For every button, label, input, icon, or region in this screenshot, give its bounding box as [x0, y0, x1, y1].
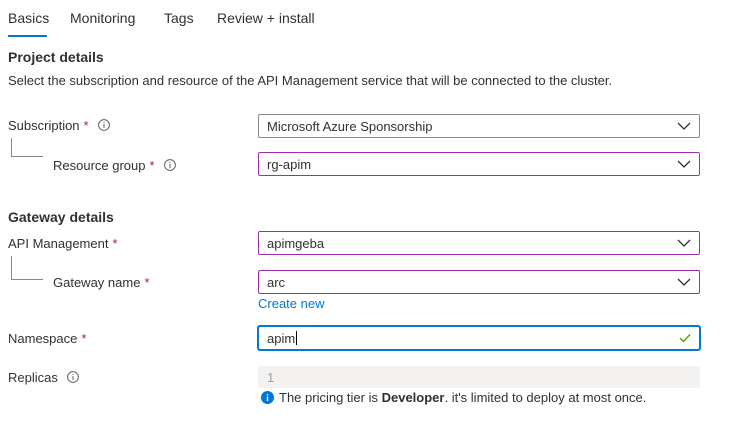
create-new-link[interactable]: Create new [258, 296, 324, 311]
tab-tags[interactable]: Tags [164, 10, 194, 26]
gateway-name-select[interactable]: arc [258, 270, 700, 294]
note-prefix: The pricing tier is [279, 390, 382, 405]
required-marker: * [81, 330, 87, 346]
api-management-value: apimgeba [267, 236, 325, 251]
checkmark-icon [679, 334, 691, 343]
resource-group-label: Resource group * [53, 155, 176, 175]
tree-connector [11, 138, 43, 157]
replicas-input: 1 [258, 366, 700, 388]
tab-basics[interactable]: Basics [8, 10, 49, 26]
tab-review-install[interactable]: Review + install [217, 10, 315, 26]
api-management-label: API Management * [8, 233, 118, 253]
resource-group-label-text: Resource group [53, 157, 146, 173]
info-icon[interactable] [163, 159, 176, 171]
chevron-down-icon [677, 160, 691, 168]
project-details-heading: Project details [8, 49, 104, 65]
chevron-down-icon [677, 122, 691, 130]
replicas-value: 1 [267, 370, 275, 385]
namespace-label-text: Namespace [8, 330, 78, 346]
resource-group-value: rg-apim [267, 157, 312, 172]
note-suffix: . it's limited to deploy at most once. [444, 390, 647, 405]
project-details-description: Select the subscription and resource of … [8, 73, 613, 88]
subscription-label: Subscription * [8, 115, 110, 135]
active-tab-indicator [8, 35, 47, 37]
gateway-name-label-text: Gateway name [53, 274, 141, 290]
required-marker: * [149, 157, 155, 173]
gateway-name-value: arc [267, 275, 286, 290]
replicas-label: Replicas [8, 367, 79, 387]
pricing-tier-note: The pricing tier is Developer. it's limi… [261, 390, 646, 405]
required-marker: * [144, 274, 150, 290]
info-icon[interactable] [97, 119, 110, 131]
api-management-select[interactable]: apimgeba [258, 231, 700, 255]
note-tier: Developer [381, 390, 445, 405]
info-filled-icon [261, 391, 274, 404]
namespace-value: apim [267, 331, 298, 346]
namespace-input[interactable]: apim [258, 326, 700, 350]
replicas-label-text: Replicas [8, 369, 58, 385]
gateway-name-label: Gateway name * [53, 272, 150, 292]
tab-bar: Basics Monitoring Tags Review + install [0, 0, 740, 40]
text-caret [296, 331, 298, 345]
gateway-details-heading: Gateway details [8, 209, 114, 225]
tree-connector [11, 256, 43, 280]
subscription-label-text: Subscription [8, 117, 80, 133]
chevron-down-icon [677, 239, 691, 247]
subscription-select[interactable]: Microsoft Azure Sponsorship [258, 114, 700, 138]
namespace-value-text: apim [267, 331, 296, 346]
chevron-down-icon [677, 278, 691, 286]
api-management-label-text: API Management [8, 235, 109, 251]
tab-monitoring[interactable]: Monitoring [70, 10, 135, 26]
info-icon[interactable] [66, 371, 79, 383]
resource-group-select[interactable]: rg-apim [258, 152, 700, 176]
required-marker: * [83, 117, 89, 133]
namespace-label: Namespace * [8, 328, 86, 348]
subscription-value: Microsoft Azure Sponsorship [267, 119, 433, 134]
required-marker: * [112, 235, 118, 251]
